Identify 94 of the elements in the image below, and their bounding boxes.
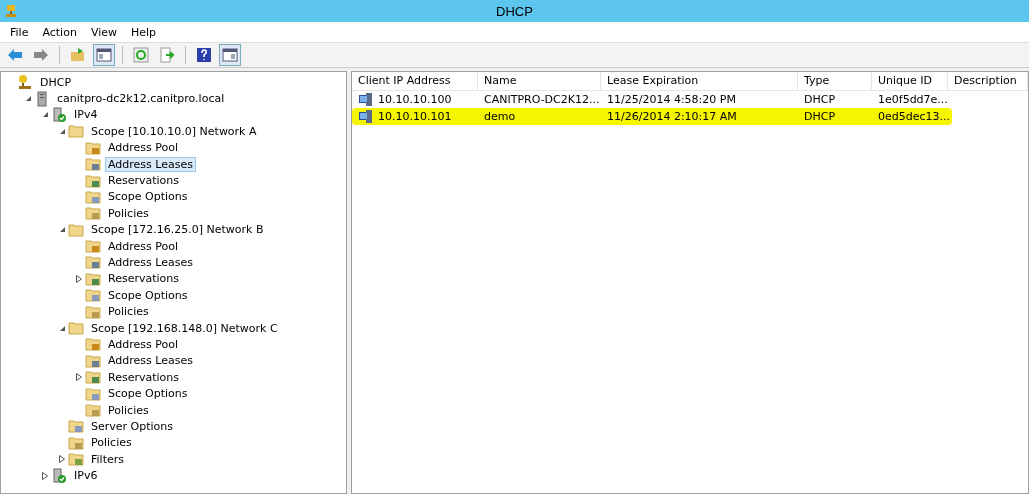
folder-icon (70, 47, 86, 63)
folder-icon (85, 156, 101, 173)
pane-button[interactable] (219, 44, 241, 66)
folder-icon (68, 434, 84, 451)
menu-item[interactable]: File (4, 25, 37, 39)
tree-item[interactable]: Address Leases (105, 255, 196, 270)
expand-icon[interactable] (76, 274, 82, 283)
collapse-icon[interactable] (24, 95, 32, 103)
computer-icon (358, 109, 374, 124)
window-title: DHCP (495, 3, 534, 19)
tree-item[interactable]: Scope [10.10.10.0] Network A (88, 123, 260, 139)
menu-item[interactable]: Action (36, 25, 85, 39)
computer-icon (358, 92, 374, 107)
expand-icon[interactable] (59, 455, 65, 464)
server-check-icon (51, 106, 67, 123)
left-arrow-icon (7, 47, 23, 63)
folder-icon (85, 402, 101, 418)
folder-icon (85, 172, 101, 189)
folder-icon (85, 139, 101, 156)
folder-icon (68, 123, 84, 140)
dhcp-icon (17, 74, 33, 91)
folder-icon (85, 205, 101, 222)
right-arrow-icon (33, 47, 49, 63)
column-header[interactable]: Lease Expiration (601, 72, 798, 90)
folder-icon (85, 238, 101, 255)
menu-item[interactable]: View (84, 25, 125, 39)
table-cell: CANITPRO-DC2K12... (484, 93, 600, 106)
tree-item[interactable]: Scope Options (105, 386, 191, 402)
table-cell: DHCP (804, 110, 836, 123)
tree-item[interactable]: Scope [172.16.25.0] Network B (88, 222, 267, 238)
tree-item[interactable]: Policies (105, 304, 152, 320)
menu-item[interactable]: Help (125, 25, 165, 39)
tree-item[interactable]: Address Pool (105, 140, 182, 156)
folder-icon (85, 385, 101, 402)
column-header[interactable]: Client IP Address (352, 72, 478, 90)
folder-icon (85, 254, 101, 271)
server-check-icon (51, 467, 67, 484)
table-cell: 0ed5dec13... (878, 110, 951, 123)
collapse-icon[interactable] (58, 127, 66, 135)
table-cell: 10.10.10.101 (378, 110, 452, 123)
refresh-icon (133, 47, 149, 63)
expand-icon[interactable] (42, 471, 48, 480)
expand-icon[interactable] (76, 373, 82, 382)
collapse-icon[interactable] (41, 111, 49, 119)
tree-item[interactable]: Policies (88, 435, 135, 451)
folder-icon (68, 320, 84, 337)
tree-item[interactable]: Address Leases (105, 353, 196, 369)
tree-item[interactable]: Address Pool (105, 336, 182, 352)
table-cell: DHCP (804, 93, 836, 106)
folder-icon (85, 188, 101, 205)
folder-icon (85, 352, 101, 369)
tree-item[interactable]: Server Options (88, 418, 176, 434)
folder-icon (85, 303, 101, 320)
tree-item[interactable]: canitpro-dc2k12.canitpro.local (54, 91, 228, 107)
tree-item[interactable]: Policies (105, 402, 152, 418)
table-cell: 10.10.10.100 (378, 93, 452, 106)
app-icon (4, 4, 18, 18)
column-header[interactable]: Name (478, 72, 601, 90)
column-header[interactable]: Unique ID (872, 72, 948, 90)
document-arrow-icon (159, 47, 175, 63)
table-cell: 1e0f5dd7e... (878, 93, 948, 106)
server-icon (34, 90, 50, 107)
tree-item[interactable]: Scope Options (105, 287, 191, 303)
folder-icon (85, 270, 101, 287)
table-cell: 11/25/2014 4:58:20 PM (607, 93, 736, 106)
tree-item[interactable]: Reservations (105, 173, 182, 189)
table-cell: 11/26/2014 2:10:17 AM (607, 110, 737, 123)
column-header[interactable]: Type (798, 72, 872, 90)
folder-icon (68, 451, 84, 468)
tree-item[interactable]: IPv4 (71, 107, 101, 123)
tree-item[interactable]: Reservations (105, 369, 182, 385)
tree-item[interactable]: Address Leases (105, 156, 196, 172)
collapse-icon[interactable] (58, 226, 66, 234)
help-icon (196, 47, 212, 63)
tree-item[interactable]: Scope [192.168.148.0] Network C (88, 320, 281, 336)
folder-icon (68, 221, 84, 238)
table-cell: demo (484, 110, 516, 123)
folder-icon (85, 336, 101, 353)
folder-icon (68, 418, 84, 435)
folder-icon (85, 369, 101, 386)
tree-item[interactable]: Policies (105, 205, 152, 221)
tree-item[interactable]: Reservations (105, 271, 182, 287)
folder-icon (85, 287, 101, 304)
collapse-icon[interactable] (58, 324, 66, 332)
tree-item[interactable]: Scope Options (105, 189, 191, 205)
column-header[interactable]: Description (948, 72, 1028, 90)
tree-item[interactable]: Filters (88, 451, 127, 467)
tree-item[interactable]: Address Pool (105, 238, 182, 254)
window-icon (222, 47, 238, 63)
tree-item[interactable]: IPv6 (71, 468, 101, 484)
window-icon (96, 47, 112, 63)
pane-button[interactable] (93, 44, 115, 66)
tree-item[interactable]: DHCP (37, 74, 75, 90)
refresh-button[interactable] (130, 44, 152, 66)
